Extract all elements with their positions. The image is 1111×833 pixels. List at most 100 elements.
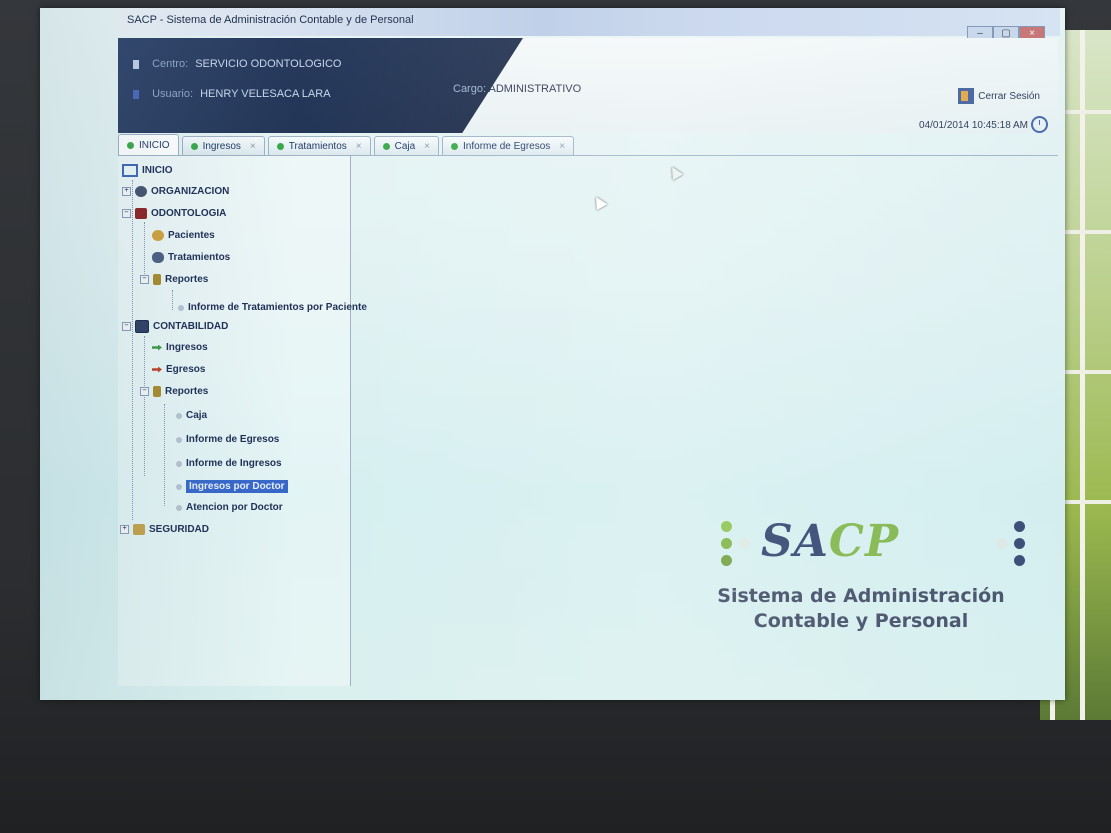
tree-item-inicio[interactable]: INICIO [122, 164, 173, 177]
clock-icon [1031, 116, 1048, 133]
collapse-icon[interactable]: – [140, 275, 149, 284]
tree-item-tratamientos[interactable]: Tratamientos [152, 252, 230, 263]
tree-item-reportes-odontologia[interactable]: – Reportes [140, 274, 208, 285]
logout-label: Cerrar Sesión [978, 90, 1040, 102]
navigation-tree: INICIO + ORGANIZACION – ODONTOLOGIA Paci… [118, 156, 367, 686]
logo-subtitle-line1: Sistema de Administración [717, 585, 1005, 607]
usuario-value: HENRY VELESACA LARA [200, 88, 331, 100]
tree-label: SEGURIDAD [149, 524, 210, 535]
tree-label: Egresos [166, 364, 206, 375]
tree-label: Tratamientos [168, 252, 231, 263]
logo-dot [1014, 538, 1025, 549]
collapse-icon[interactable]: – [122, 209, 131, 218]
tree-item-organizacion[interactable]: + ORGANIZACION [122, 186, 229, 197]
people-icon [152, 230, 164, 241]
usuario-line: Usuario: HENRY VELESACA LARA [133, 88, 331, 100]
logo-sa: SA [761, 516, 829, 567]
logo-subtitle-line2: Contable y Personal [753, 610, 969, 632]
close-icon[interactable]: × [356, 141, 362, 152]
logo-dot [1014, 555, 1025, 566]
window-title: SACP - Sistema de Administración Contabl… [127, 14, 414, 26]
pills-icon [152, 252, 164, 263]
logo-wordmark: SACP [761, 516, 899, 567]
app-header: Centro: SERVICIO ODONTOLOGICO Usuario: H… [118, 38, 1058, 133]
logout-button[interactable]: Cerrar Sesión [958, 88, 1040, 104]
tree-label: Informe de Ingresos [186, 458, 282, 469]
tab-label: Tratamientos [288, 140, 347, 152]
green-dot-icon [382, 142, 390, 150]
tree-item-informe-tratamientos[interactable]: Informe de Tratamientos por Paciente [178, 302, 367, 313]
tree-item-informe-ingresos[interactable]: Informe de Ingresos [176, 458, 282, 469]
tree-item-contabilidad[interactable]: – CONTABILIDAD [122, 320, 228, 333]
tree-label: CONTABILIDAD [153, 321, 229, 332]
logo-dot [1014, 521, 1025, 532]
tree-line [132, 180, 133, 520]
arrow-in-icon [152, 344, 162, 351]
tree-item-informe-egresos[interactable]: Informe de Egresos [176, 434, 279, 445]
tree-item-caja[interactable]: Caja [176, 410, 207, 421]
leaf-icon [176, 436, 182, 443]
tab-label: Caja [394, 140, 416, 152]
tree-line [164, 404, 165, 506]
close-icon[interactable]: × [250, 141, 256, 152]
tree-item-pacientes[interactable]: Pacientes [152, 230, 215, 241]
leaf-icon [176, 412, 182, 419]
tree-label: Ingresos [166, 342, 208, 353]
leaf-icon [178, 304, 184, 311]
leaf-icon [176, 460, 182, 467]
cargo-value: ADMINISTRATIVO [488, 83, 582, 95]
tree-item-ingresos-doctor[interactable]: Ingresos por Doctor [176, 480, 288, 493]
gear-icon [135, 186, 147, 197]
logo-subtitle: Sistema de Administración Contable y Per… [706, 584, 1016, 634]
tree-item-odontologia[interactable]: – ODONTOLOGIA [122, 208, 226, 219]
expand-icon[interactable]: + [122, 187, 131, 196]
book-icon [153, 386, 161, 397]
logo-dot [721, 538, 732, 549]
expand-icon[interactable]: + [120, 525, 129, 534]
green-dot-icon [451, 142, 459, 150]
tree-item-reportes-contabilidad[interactable]: – Reportes [140, 386, 208, 397]
collapse-icon[interactable]: – [140, 387, 149, 396]
tab-caja[interactable]: Caja × [373, 136, 440, 155]
close-icon[interactable]: × [424, 141, 430, 152]
tab-label: Ingresos [202, 140, 241, 152]
tree-label: Atencion por Doctor [186, 502, 283, 513]
logo-cp: CP [828, 516, 900, 567]
datetime: 04/01/2014 10:45:18 AM [919, 120, 1028, 131]
tree-label: ODONTOLOGIA [151, 208, 227, 219]
tooth-icon [135, 208, 147, 219]
tab-ingresos[interactable]: Ingresos × [181, 136, 265, 155]
door-exit-icon [958, 88, 975, 104]
tree-item-atencion-doctor[interactable]: Atencion por Doctor [176, 502, 283, 513]
green-dot-icon [190, 142, 198, 150]
tree-line [172, 290, 173, 310]
tab-inicio[interactable]: INICIO [118, 134, 179, 155]
cargo-line: Cargo: ADMINISTRATIVO [453, 83, 581, 95]
user-icon [133, 89, 139, 99]
cargo-label: Cargo: [453, 83, 487, 95]
tree-label: Informe de Tratamientos por Paciente [188, 302, 367, 313]
logo-dot [996, 538, 1007, 549]
logo-dot [721, 521, 732, 532]
usuario-label: Usuario: [152, 88, 194, 100]
book-icon [153, 274, 161, 285]
tab-tratamientos[interactable]: Tratamientos × [267, 136, 371, 155]
tree-item-ingresos[interactable]: Ingresos [152, 342, 208, 353]
tree-label: Reportes [165, 274, 209, 285]
centro-value: SERVICIO ODONTOLOGICO [195, 58, 342, 70]
collapse-icon[interactable]: – [122, 322, 131, 331]
main-content: SACP Sistema de Administración Contable … [351, 156, 1057, 686]
mouse-cursor-icon [666, 163, 684, 181]
logo-dot [721, 555, 732, 566]
calculator-icon [135, 320, 149, 333]
title-bar: SACP - Sistema de Administración Contabl… [115, 8, 1060, 36]
arrow-out-icon [152, 366, 162, 373]
tree-label: ORGANIZACION [151, 186, 230, 197]
tab-informe-egresos[interactable]: Informe de Egresos × [442, 136, 575, 155]
sacp-logo: SACP Sistema de Administración Contable … [706, 516, 1036, 666]
tree-item-egresos[interactable]: Egresos [152, 364, 205, 375]
security-icon [133, 524, 145, 535]
tree-item-seguridad[interactable]: + SEGURIDAD [120, 524, 209, 535]
close-icon[interactable]: × [559, 141, 565, 152]
tree-line [144, 222, 145, 282]
